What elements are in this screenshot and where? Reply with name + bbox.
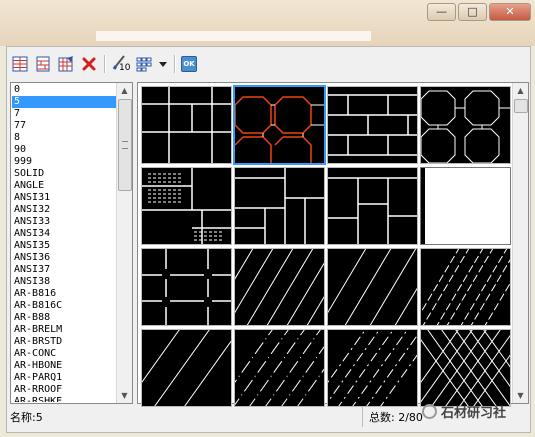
pattern-tile[interactable] <box>420 167 511 245</box>
close-button[interactable]: ✕ <box>489 3 531 21</box>
scroll-down-icon[interactable]: ▼ <box>117 388 132 403</box>
watermark: 石材研习社 <box>422 402 506 421</box>
window-controls: — □ ✕ <box>427 3 531 21</box>
scroll-thumb[interactable] <box>514 99 528 113</box>
pattern-listbox[interactable]: 0 5 7 77 8 90 999 SOLID ANGLE ANSI31 ANSI32 ANSI33 A… <box>10 82 133 404</box>
list-scrollbar[interactable]: ▲ ▼ <box>116 83 132 403</box>
pattern-tile[interactable] <box>327 86 418 164</box>
list-item[interactable]: ANSI31 <box>12 192 116 204</box>
title-bar: — □ ✕ <box>0 0 535 46</box>
list-item[interactable]: 0 <box>12 84 116 96</box>
list-item[interactable]: 77 <box>12 120 116 132</box>
hatch-page-icon[interactable] <box>33 54 53 74</box>
pattern-tile[interactable] <box>420 329 511 407</box>
pattern-list: 0 5 7 77 8 90 999 SOLID ANGLE ANSI31 ANSI32 ANSI33 A… <box>12 84 116 402</box>
toolbar-separator <box>104 55 106 73</box>
list-item[interactable]: AR-CONC <box>12 348 116 360</box>
list-item[interactable]: 7 <box>12 108 116 120</box>
pattern-tile[interactable] <box>234 248 325 326</box>
list-item[interactable]: ANSI36 <box>12 252 116 264</box>
list-item[interactable]: AR-HBONE <box>12 360 116 372</box>
list-item[interactable]: ANSI38 <box>12 276 116 288</box>
brush-icon[interactable]: 10 <box>109 54 131 74</box>
scroll-up-icon[interactable]: ▲ <box>117 83 132 98</box>
list-item[interactable]: ANSI32 <box>12 204 116 216</box>
pattern-tile[interactable] <box>141 248 232 326</box>
list-item[interactable]: AR-B88 <box>12 312 116 324</box>
brush-label: 10 <box>119 63 131 73</box>
window-title <box>96 31 371 41</box>
preview-scrollbar[interactable]: ▲ ▼ <box>512 83 528 403</box>
ok-icon[interactable]: OK <box>179 54 199 74</box>
pattern-preview-grid: ▲ ▼ <box>137 82 529 407</box>
list-item[interactable]: 5 <box>12 96 116 108</box>
list-item[interactable]: SOLID <box>12 168 116 180</box>
list-item[interactable]: AR-B816C <box>12 300 116 312</box>
list-item[interactable]: 999 <box>12 156 116 168</box>
scroll-down-icon[interactable]: ▼ <box>513 388 528 403</box>
list-item[interactable]: AR-BRSTD <box>12 336 116 348</box>
pattern-tile[interactable] <box>141 329 232 407</box>
list-item[interactable]: AR-RROOF <box>12 384 116 396</box>
list-item[interactable]: 8 <box>12 132 116 144</box>
pattern-tile[interactable] <box>420 248 511 326</box>
pattern-tile[interactable] <box>141 86 232 164</box>
scroll-up-icon[interactable]: ▲ <box>513 83 528 98</box>
pattern-tile[interactable] <box>233 85 326 165</box>
status-total: 总数: 2/80 <box>369 411 423 424</box>
watermark-text: 石材研习社 <box>441 406 507 421</box>
list-item[interactable]: ANSI37 <box>12 264 116 276</box>
hatch-grid-icon[interactable] <box>10 54 30 74</box>
list-item[interactable]: AR-PARQ1 <box>12 372 116 384</box>
dropdown-arrow-icon[interactable] <box>157 54 169 74</box>
preview-tiles <box>141 85 511 407</box>
status-divider <box>362 407 363 427</box>
pattern-tile[interactable] <box>327 248 418 326</box>
list-item[interactable]: AR-BRELM <box>12 324 116 336</box>
pattern-tile[interactable] <box>420 86 511 164</box>
hatch-edit-icon[interactable] <box>56 54 76 74</box>
list-item[interactable]: ANGLE <box>12 180 116 192</box>
list-item[interactable]: AR-B816 <box>12 288 116 300</box>
list-item[interactable]: ANSI35 <box>12 240 116 252</box>
pattern-tile[interactable] <box>234 329 325 407</box>
list-item[interactable]: ANSI34 <box>12 228 116 240</box>
restore-button[interactable]: □ <box>458 3 487 21</box>
wechat-logo-icon <box>422 404 437 419</box>
view-grid-icon[interactable] <box>134 54 154 74</box>
scroll-thumb[interactable] <box>118 99 132 191</box>
pattern-tile[interactable] <box>327 167 418 245</box>
pattern-tile[interactable] <box>327 329 418 407</box>
list-item[interactable]: 90 <box>12 144 116 156</box>
ok-label: OK <box>181 56 197 72</box>
grip-icon <box>122 141 128 149</box>
delete-icon[interactable] <box>79 54 99 74</box>
minimize-button[interactable]: — <box>427 3 456 21</box>
toolbar: 10 OK <box>7 52 199 76</box>
pattern-tile[interactable] <box>141 167 232 245</box>
status-name: 名称:5 <box>10 411 43 424</box>
list-item[interactable]: ANSI33 <box>12 216 116 228</box>
toolbar-separator <box>174 55 176 73</box>
hatch-dialog: 10 OK 0 5 7 77 8 90 999 SOLID ANGLE ANSI31 ANSI32 A… <box>6 46 531 433</box>
pattern-tile[interactable] <box>234 167 325 245</box>
list-item[interactable]: AR-RSHKE <box>12 396 116 402</box>
